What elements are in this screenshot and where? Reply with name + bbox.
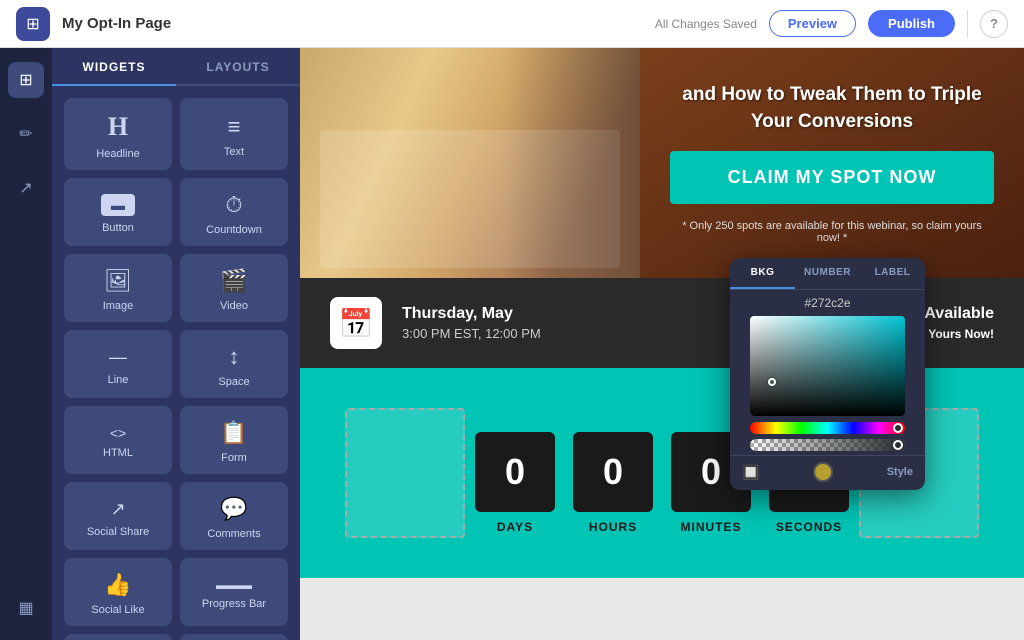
picker-style-label[interactable]: Style [887,466,913,478]
gradient-cursor[interactable] [768,378,776,386]
social-share-icon: ↗ [110,499,125,520]
publish-button[interactable]: Publish [868,10,955,37]
countdown-days: 0 DAYS [475,432,555,534]
video-widget-label: Video [220,300,248,312]
social-like-icon: 👍 [104,572,131,598]
comments-widget-icon: 💬 [220,496,247,522]
info-date: Thursday, May [402,305,785,323]
headline-widget-label: Headline [96,148,139,160]
picker-color-swatch[interactable] [813,462,833,482]
image-widget-label: Image [103,300,134,312]
picker-tab-bkg[interactable]: BKG [730,258,795,289]
comments-widget-label: Comments [207,528,260,540]
social-like-widget[interactable]: 👍 Social Like [64,558,172,626]
countdown-seconds-label: SECONDS [776,520,842,534]
countdown-days-label: DAYS [497,520,533,534]
hero-right: and How to Tweak Them to Triple Your Con… [640,48,1024,278]
picker-footer: 🔲 Style [730,455,925,490]
countdown-hours-label: HOURS [589,520,637,534]
alpha-slider[interactable] [750,439,905,451]
picker-tab-label[interactable]: LABEL [860,258,925,289]
countdown-hours: 0 HOURS [573,432,653,534]
hue-slider[interactable] [750,422,905,434]
widgets-nav-icon[interactable]: ⊞ [8,62,44,98]
save-status: All Changes Saved [655,17,757,31]
hero-headline: and How to Tweak Them to Triple Your Con… [670,82,994,135]
progress-bar-widget[interactable]: ▬▬▬ Progress Bar [180,558,288,626]
hero-note: * Only 250 spots are available for this … [670,220,994,244]
line-widget-label: Line [108,374,129,386]
hero-section: and How to Tweak Them to Triple Your Con… [300,48,1024,278]
tab-layouts[interactable]: LAYOUTS [176,48,300,84]
help-button[interactable]: ? [980,10,1008,38]
html-widget-label: HTML [103,447,133,459]
tab-widgets[interactable]: WIDGETS [52,48,176,86]
social-share-widget[interactable]: ↗ Social Share [64,482,172,550]
color-gradient-picker[interactable] [750,316,905,416]
space-widget-icon: ↕ [229,344,240,370]
progress-bar-icon: ▬▬▬ [216,578,252,592]
image-widget[interactable]: 🖼 Image [64,254,172,322]
button-widget-label: Button [102,222,134,234]
info-time: 3:00 PM EST, 12:00 PM [402,326,785,341]
headline-widget-icon: H [108,112,128,142]
countdown-hours-box: 0 [573,432,653,512]
headline-widget[interactable]: H Headline [64,98,172,170]
icon-widget[interactable]: ☺ Icon [64,634,172,640]
form-widget-icon: 📋 [220,420,247,446]
text-widget[interactable]: ≡ Text [180,98,288,170]
button-widget-icon: ▬ [101,194,135,216]
countdown-days-box: 0 [475,432,555,512]
side-panel-left [345,408,465,538]
countdown-widget-icon: ⏱ [225,192,242,218]
text-widget-icon: ≡ [228,114,241,140]
html-widget-icon: <> [110,425,126,441]
comments-widget[interactable]: 💬 Comments [180,482,288,550]
bottom-nav-icon[interactable]: ▦ [8,590,44,626]
text-widget-label: Text [224,146,244,158]
analytics-nav-icon[interactable]: ↗ [8,170,44,206]
info-text: Thursday, May 3:00 PM EST, 12:00 PM [402,305,785,341]
progress-bar-label: Progress Bar [202,598,266,610]
social-share-label: Social Share [87,526,149,538]
video-widget[interactable]: 🎬 Video [180,254,288,322]
edit-nav-icon[interactable]: ✏ [8,116,44,152]
line-widget-icon: — [109,347,127,368]
app-logo: ⊞ [16,7,50,41]
color-picker[interactable]: BKG NUMBER LABEL #272c2e � [730,258,925,490]
hero-cta-button[interactable]: CLAIM MY SPOT NOW [670,151,994,204]
html-widget[interactable]: <> HTML [64,406,172,474]
line-widget[interactable]: — Line [64,330,172,398]
image-widget-icon: 🖼 [104,268,132,294]
picker-eyedropper-icon[interactable]: 🔲 [742,464,759,481]
video-widget-icon: 🎬 [220,268,247,294]
hero-image [300,48,640,278]
hue-thumb [893,423,903,433]
picker-tabs: BKG NUMBER LABEL [730,258,925,290]
countdown-widget[interactable]: ⏱ Countdown [180,178,288,246]
calendar-icon: 📅 [330,297,382,349]
page-title: My Opt-In Page [62,15,643,32]
form-widget[interactable]: 📋 Form [180,406,288,474]
space-widget[interactable]: ↕ Space [180,330,288,398]
alpha-thumb [893,440,903,450]
countdown-minutes-label: MINUTES [681,520,742,534]
form-widget-label: Form [221,452,247,464]
image-text-widget[interactable]: 🖼 Image + Text [180,634,288,640]
button-widget[interactable]: ▬ Button [64,178,172,246]
countdown-widget-label: Countdown [206,224,262,236]
picker-tab-number[interactable]: NUMBER [795,258,860,289]
social-like-label: Social Like [91,604,144,616]
picker-hex-value[interactable]: #272c2e [730,290,925,316]
space-widget-label: Space [218,376,249,388]
preview-button[interactable]: Preview [769,10,856,37]
